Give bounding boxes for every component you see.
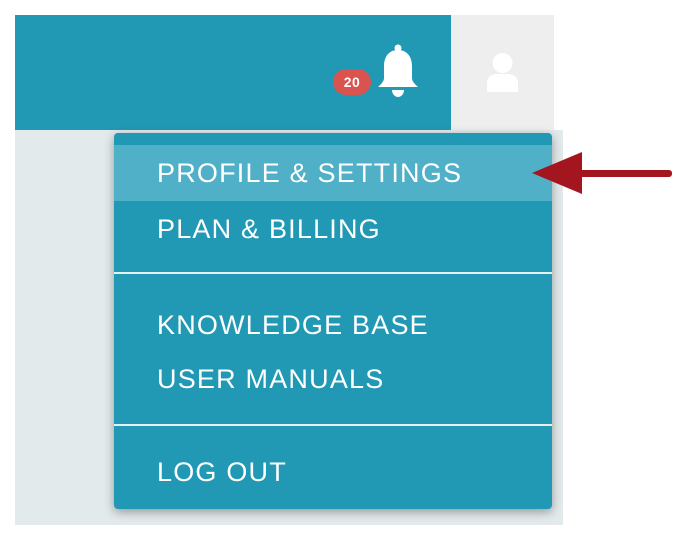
menu-divider <box>114 272 552 274</box>
notifications-button[interactable] <box>376 44 420 98</box>
menu-divider <box>114 424 552 426</box>
bell-icon <box>378 44 418 97</box>
menu-item-user-manuals[interactable]: USER MANUALS <box>114 351 552 407</box>
user-icon <box>487 53 518 92</box>
menu-item-knowledge-base[interactable]: KNOWLEDGE BASE <box>114 297 552 353</box>
app-window: 20 PROFILE & SETTINGS PLAN & BILLING KNO… <box>0 0 680 542</box>
menu-item-plan-billing[interactable]: PLAN & BILLING <box>114 201 552 257</box>
notification-count-badge[interactable]: 20 <box>333 69 371 95</box>
menu-item-log-out[interactable]: LOG OUT <box>114 444 552 500</box>
user-dropdown-menu: PROFILE & SETTINGS PLAN & BILLING KNOWLE… <box>114 133 552 509</box>
user-menu-button[interactable] <box>451 15 554 130</box>
annotation-arrow <box>532 152 672 194</box>
menu-item-profile-settings[interactable]: PROFILE & SETTINGS <box>114 145 552 201</box>
